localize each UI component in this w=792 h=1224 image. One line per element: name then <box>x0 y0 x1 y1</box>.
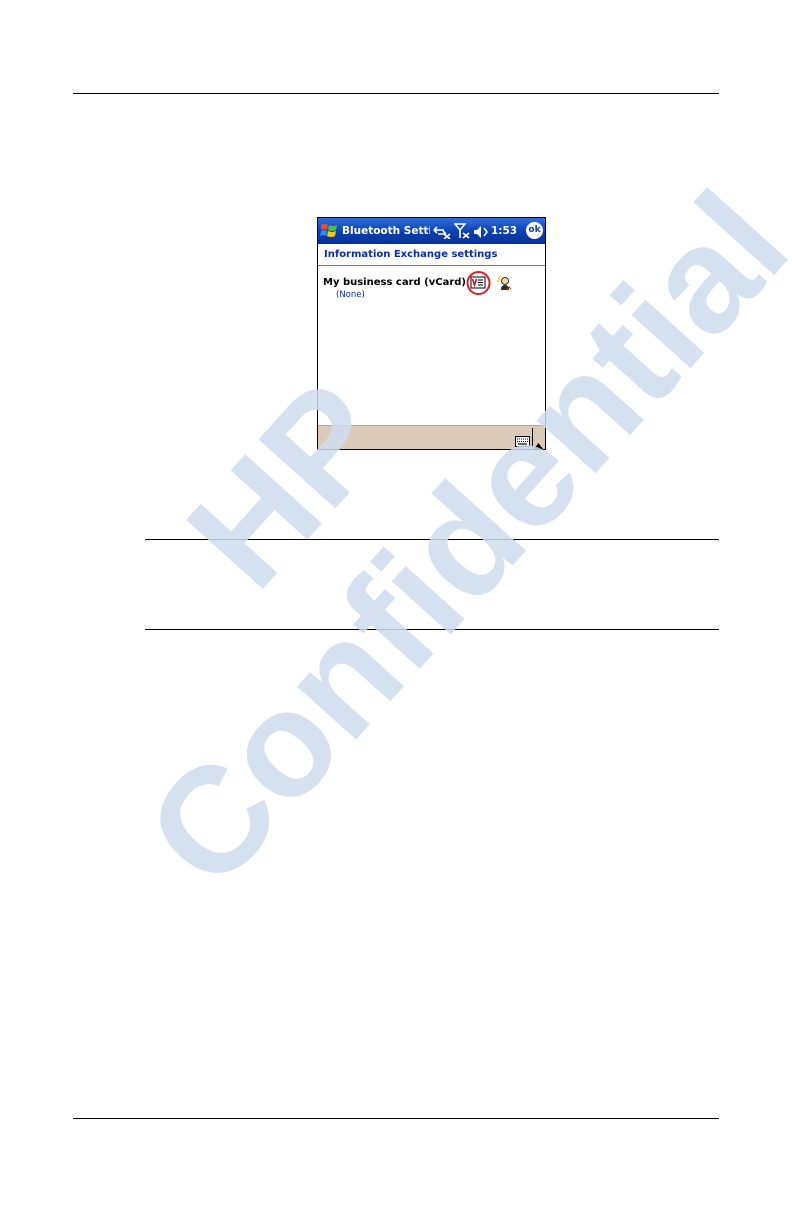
page-bottom-rule <box>73 1118 719 1119</box>
highlight-circle <box>466 271 491 295</box>
pocketpc-screen: Bluetooth Settings 1:53 ok Information E… <box>317 217 546 450</box>
antenna-signal-icon[interactable] <box>453 223 470 243</box>
sip-separator <box>532 428 533 448</box>
title-bar: Bluetooth Settings 1:53 ok <box>318 218 545 244</box>
header-divider <box>318 265 545 266</box>
clock[interactable]: 1:53 <box>491 224 517 238</box>
note-top-rule <box>145 539 719 540</box>
confidential-watermark: HP Confidential <box>114 161 792 917</box>
keyboard-icon[interactable] <box>515 432 530 449</box>
note-bottom-rule <box>145 629 719 630</box>
vcard-label: My business card (vCard) <box>323 277 466 288</box>
sip-up-arrow-icon[interactable] <box>534 434 543 449</box>
app-title: Bluetooth Settings <box>342 225 430 237</box>
windows-start-icon[interactable] <box>319 220 339 242</box>
connectivity-icon[interactable] <box>433 224 451 243</box>
bottom-command-bar <box>318 425 545 449</box>
section-header: Information Exchange settings <box>324 249 498 260</box>
vcard-value: (None) <box>336 290 365 300</box>
page-top-rule <box>73 93 719 94</box>
contact-picker-icon[interactable] <box>496 275 512 295</box>
ok-button[interactable]: ok <box>526 222 543 239</box>
volume-icon[interactable] <box>473 224 489 243</box>
